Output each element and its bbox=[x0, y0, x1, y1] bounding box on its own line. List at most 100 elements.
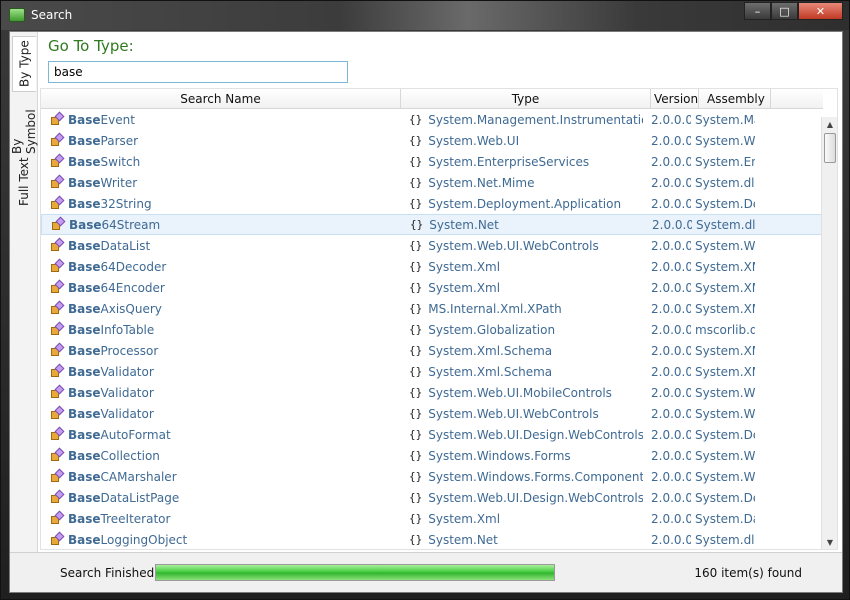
name-match: Base bbox=[68, 322, 101, 337]
type-text: System.Xml bbox=[428, 259, 501, 274]
tab-full-text[interactable]: Full Text bbox=[12, 156, 36, 208]
title-bar[interactable]: Search – □ ✕ bbox=[1, 1, 849, 30]
class-icon bbox=[51, 405, 65, 420]
version-cell: 2.0.0.0 bbox=[651, 196, 691, 211]
table-row[interactable]: Base AxisQuery {} MS.Internal.Xml.XPath 2.0.… bbox=[41, 298, 823, 319]
table-row[interactable]: Base Event {} System.Management.Instrumenta… bbox=[41, 109, 823, 130]
table-row[interactable]: Base Switch {} System.EnterpriseServices 2.0… bbox=[41, 151, 823, 172]
result-count: 160 item(s) found bbox=[694, 566, 802, 580]
version-cell: 2.0.0.0 bbox=[651, 259, 691, 274]
class-icon bbox=[51, 111, 65, 126]
class-icon bbox=[51, 384, 65, 399]
assembly-cell: System.XMI bbox=[695, 259, 755, 274]
table-row[interactable]: Base InfoTable {} System.Globalization 2.0.0… bbox=[41, 319, 823, 340]
search-name-cell: Base InfoTable bbox=[41, 319, 401, 340]
assembly-cell: System.Win bbox=[695, 448, 755, 463]
type-text: System.Net.Mime bbox=[428, 175, 535, 190]
window-title: Search bbox=[31, 8, 73, 22]
type-text: System.Xml.Schema bbox=[428, 364, 553, 379]
namespace-icon: {} bbox=[409, 302, 423, 315]
table-row[interactable]: Base 32String {} System.Deployment.Applicat… bbox=[41, 193, 823, 214]
version-cell: 2.0.0.0 bbox=[651, 343, 691, 358]
type-cell: {} System.Windows.Forms bbox=[401, 445, 643, 466]
table-row[interactable]: Base Writer {} System.Net.Mime 2.0.0.0 System… bbox=[41, 172, 823, 193]
vertical-scrollbar[interactable]: ▲ ▼ bbox=[821, 117, 837, 549]
class-icon bbox=[51, 132, 65, 147]
column-header-version[interactable]: Version bbox=[651, 89, 699, 109]
table-row[interactable]: Base Validator {} System.Web.UI.WebControls… bbox=[41, 403, 823, 424]
table-row[interactable]: Base TreeIterator {} System.Xml 2.0.0.0 Syste… bbox=[41, 508, 823, 529]
name-match: Base bbox=[68, 532, 101, 547]
class-icon bbox=[51, 300, 65, 315]
class-icon bbox=[51, 363, 65, 378]
name-match: Base bbox=[68, 490, 101, 505]
version-cell: 2.0.0.0 bbox=[651, 364, 691, 379]
version-cell: 2.0.0.0 bbox=[651, 385, 691, 400]
table-row[interactable]: Base 64Encoder {} System.Xml 2.0.0.0 System.X… bbox=[41, 277, 823, 298]
scroll-up-arrow-icon[interactable]: ▲ bbox=[822, 117, 837, 131]
assembly-cell: System.Wel bbox=[695, 133, 755, 148]
type-cell: {} System.Web.UI.Design.WebControls bbox=[401, 424, 643, 445]
type-cell: {} System.Xml.Schema bbox=[401, 340, 643, 361]
column-header-assembly[interactable]: Assembly bbox=[699, 89, 771, 109]
assembly-cell: System.XMI bbox=[695, 280, 755, 295]
table-row[interactable]: Base Parser {} System.Web.UI 2.0.0.0 System.W… bbox=[41, 130, 823, 151]
search-name-cell: Base Processor bbox=[41, 340, 401, 361]
table-row[interactable]: Base Validator {} System.Xml.Schema 2.0.0.0 S… bbox=[41, 361, 823, 382]
namespace-icon: {} bbox=[409, 365, 423, 378]
version-cell: 2.0.0.0 bbox=[651, 406, 691, 421]
type-text: System.Web.UI.MobileControls bbox=[428, 385, 612, 400]
name-rest: Writer bbox=[100, 175, 138, 190]
table-row[interactable]: Base Validator {} System.Web.UI.MobileContr… bbox=[41, 382, 823, 403]
search-name-cell: Base DataList bbox=[41, 235, 401, 256]
type-text: System.Web.UI.Design.WebControls bbox=[428, 427, 643, 442]
type-cell: {} System.Xml bbox=[401, 277, 643, 298]
table-row[interactable]: Base Collection {} System.Windows.Forms 2.0.… bbox=[41, 445, 823, 466]
search-name-cell: Base CAMarshaler bbox=[41, 466, 401, 487]
table-row[interactable]: Base DataListPage {} System.Web.UI.Design.W… bbox=[41, 487, 823, 508]
class-icon bbox=[52, 216, 66, 231]
close-button[interactable]: ✕ bbox=[798, 2, 843, 20]
search-name-cell: Base 32String bbox=[41, 193, 401, 214]
table-row[interactable]: Base 64Stream {} System.Net 2.0.0.0 System.dl… bbox=[41, 214, 823, 235]
assembly-cell: System.Wel bbox=[695, 385, 755, 400]
name-match: Base bbox=[68, 112, 101, 127]
table-row[interactable]: Base CAMarshaler {} System.Windows.Forms.Co… bbox=[41, 466, 823, 487]
namespace-icon: {} bbox=[409, 533, 423, 546]
search-name-cell: Base DataListPage bbox=[41, 487, 401, 508]
namespace-icon: {} bbox=[409, 449, 423, 462]
class-icon bbox=[51, 153, 65, 168]
search-name-cell: Base LoggingObject bbox=[41, 529, 401, 549]
type-cell: {} System.Management.Instrumentation bbox=[401, 109, 643, 130]
table-row[interactable]: Base LoggingObject {} System.Net 2.0.0.0 Syst… bbox=[41, 529, 823, 549]
assembly-cell: System.Des bbox=[695, 490, 755, 505]
type-cell: {} System.Windows.Forms.ComponentMode bbox=[401, 466, 643, 487]
type-text: System.Windows.Forms.ComponentMode bbox=[428, 469, 643, 484]
version-cell: 2.0.0.0 bbox=[651, 154, 691, 169]
version-cell: 2.0.0.0 bbox=[651, 112, 691, 127]
results-list: Base Event{} System.Management.Instrumenta… bbox=[41, 109, 823, 549]
tab-by-type[interactable]: By Type bbox=[12, 36, 36, 92]
table-row[interactable]: Base Processor {} System.Xml.Schema 2.0.0.0 S… bbox=[41, 340, 823, 361]
table-row[interactable]: Base DataList {} System.Web.UI.WebControls 2… bbox=[41, 235, 823, 256]
tab-by-symbol[interactable]: By Symbol bbox=[10, 92, 38, 154]
search-input[interactable] bbox=[48, 61, 348, 83]
progress-fill bbox=[156, 565, 554, 580]
table-row[interactable]: Base 64Decoder {} System.Xml 2.0.0.0 System.X… bbox=[41, 256, 823, 277]
app-icon bbox=[9, 8, 25, 22]
scrollbar-thumb[interactable] bbox=[824, 133, 836, 163]
scroll-down-arrow-icon[interactable]: ▼ bbox=[822, 535, 837, 549]
namespace-icon: {} bbox=[409, 155, 423, 168]
column-header-search-name[interactable]: Search Name bbox=[41, 89, 401, 109]
name-rest: Parser bbox=[100, 133, 139, 148]
name-rest: DataListPage bbox=[100, 490, 180, 505]
name-rest: CAMarshaler bbox=[100, 469, 177, 484]
table-row[interactable]: Base AutoFormat {} System.Web.UI.Design.Web… bbox=[41, 424, 823, 445]
column-header-type[interactable]: Type bbox=[401, 89, 651, 109]
class-icon bbox=[51, 510, 65, 525]
maximize-button[interactable]: □ bbox=[771, 2, 798, 20]
search-name-cell: Base Event bbox=[41, 109, 401, 130]
minimize-button[interactable]: – bbox=[744, 2, 771, 20]
search-window: Search – □ ✕ By Type By Symbol Full Text… bbox=[0, 0, 850, 600]
version-cell: 2.0.0.0 bbox=[651, 175, 691, 190]
